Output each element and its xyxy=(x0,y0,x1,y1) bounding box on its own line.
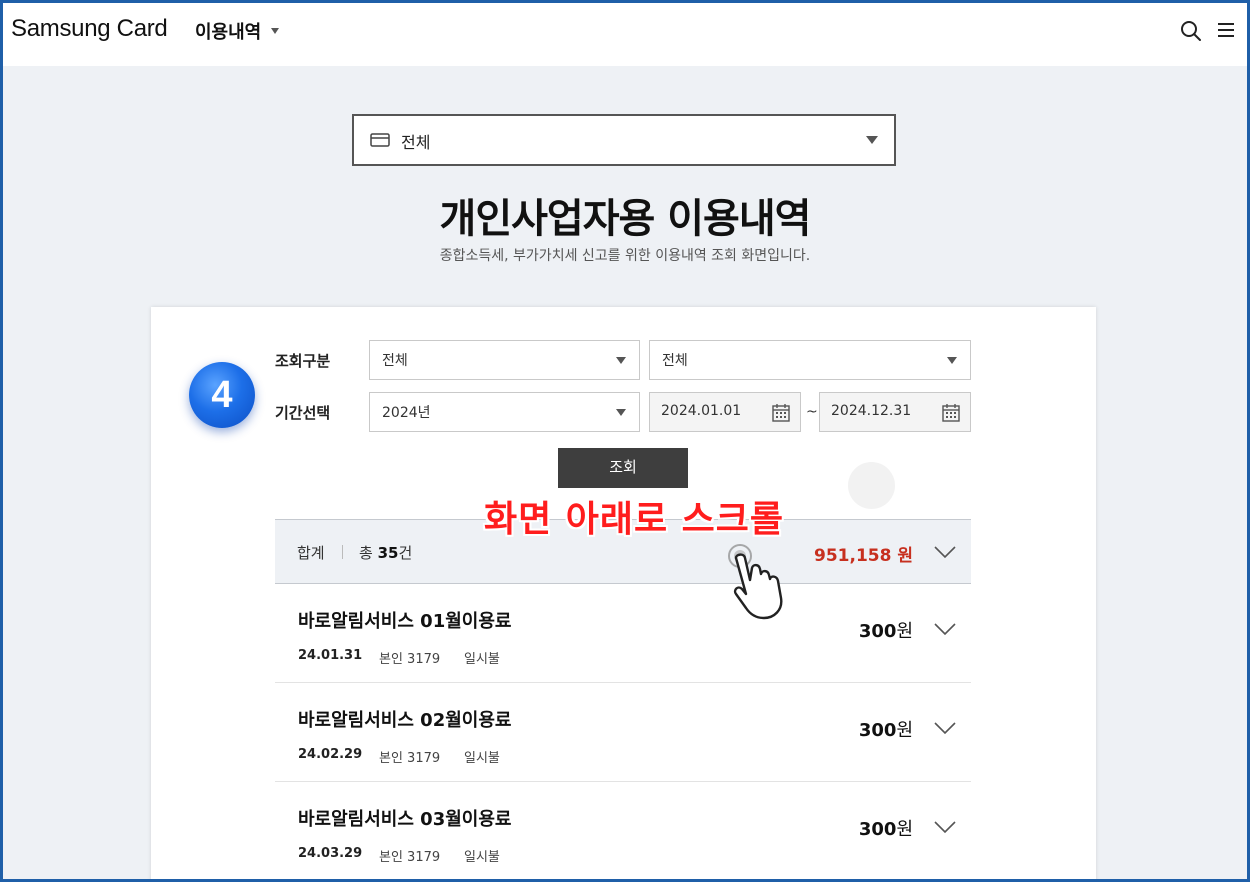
summary-count: 총 35건 xyxy=(359,544,413,562)
hand-pointer-icon xyxy=(728,544,783,620)
transaction-date: 24.03.29 xyxy=(298,846,363,861)
transaction-amount: 300원 xyxy=(858,621,913,642)
year-select[interactable]: 2024년 xyxy=(369,392,640,432)
summary-label: 합계 xyxy=(297,544,325,562)
credit-card-icon xyxy=(370,133,390,147)
page-subtitle: 종합소득세, 부가가치세 신고를 위한 이용내역 조회 화면입니다. xyxy=(439,248,811,264)
transaction-date: 24.01.31 xyxy=(298,648,363,663)
search-icon[interactable] xyxy=(1179,19,1203,43)
period-label: 기간선택 xyxy=(275,404,331,422)
chevron-down-icon[interactable] xyxy=(933,820,957,834)
transaction-date: 24.02.29 xyxy=(298,747,363,762)
search-button[interactable]: 조회 xyxy=(558,448,688,488)
card-select-value: 전체 xyxy=(401,133,431,152)
hamburger-menu-icon[interactable] xyxy=(1215,19,1237,41)
step-number-badge: 4 xyxy=(189,362,255,428)
floating-circle xyxy=(848,462,895,509)
select-value: 전체 xyxy=(662,353,688,369)
card-type-select[interactable]: 전체 xyxy=(352,114,896,166)
caret-down-icon xyxy=(616,409,626,416)
start-date-input[interactable]: 2024.01.01 xyxy=(649,392,801,432)
inquiry-type-label: 조회구분 xyxy=(275,352,331,370)
summary-total-amount: 951,158 원 xyxy=(814,546,913,566)
select-value: 전체 xyxy=(382,353,408,369)
card-owner: 본인 3179 xyxy=(379,751,441,766)
top-bar: Samsung Card 이용내역 xyxy=(3,3,1247,66)
caret-down-icon xyxy=(947,357,957,364)
start-date-value: 2024.01.01 xyxy=(661,403,742,419)
transaction-amount: 300원 xyxy=(858,720,913,741)
caret-down-icon xyxy=(271,28,280,34)
divider xyxy=(342,545,343,559)
end-date-value: 2024.12.31 xyxy=(831,403,912,419)
caret-down-icon xyxy=(616,357,626,364)
card-owner: 본인 3179 xyxy=(379,652,441,667)
transaction-row[interactable]: 바로알림서비스 01월이용료 24.01.31 본인 3179 일시불 300원 xyxy=(275,584,971,683)
transaction-amount: 300원 xyxy=(858,819,913,840)
chevron-down-icon[interactable] xyxy=(933,545,957,559)
page-title: 개인사업자용 이용내역 xyxy=(439,196,812,242)
inquiry-type-select-2[interactable]: 전체 xyxy=(649,340,971,380)
transaction-row[interactable]: 바로알림서비스 02월이용료 24.02.29 본인 3179 일시불 300원 xyxy=(275,683,971,782)
transaction-name: 바로알림서비스 02월이용료 xyxy=(298,710,512,731)
samsung-card-logo[interactable]: Samsung Card xyxy=(11,15,168,43)
date-range-separator: ~ xyxy=(806,404,818,420)
inquiry-type-select-1[interactable]: 전체 xyxy=(369,340,640,380)
calendar-icon[interactable] xyxy=(941,403,961,423)
calendar-icon[interactable] xyxy=(771,403,791,423)
scroll-hint-overlay: 화면 아래로 스크롤 xyxy=(484,499,785,540)
caret-down-icon xyxy=(866,136,878,144)
menu-dropdown[interactable]: 이용내역 xyxy=(195,18,280,44)
card-owner: 본인 3179 xyxy=(379,850,441,865)
transaction-name: 바로알림서비스 03월이용료 xyxy=(298,809,512,830)
chevron-down-icon[interactable] xyxy=(933,622,957,636)
transaction-name: 바로알림서비스 01월이용료 xyxy=(298,611,512,632)
menu-title-label: 이용내역 xyxy=(195,22,262,43)
payment-type: 일시불 xyxy=(464,751,500,766)
payment-type: 일시불 xyxy=(464,850,500,865)
payment-type: 일시불 xyxy=(464,652,500,667)
chevron-down-icon[interactable] xyxy=(933,721,957,735)
end-date-input[interactable]: 2024.12.31 xyxy=(819,392,971,432)
transaction-row[interactable]: 바로알림서비스 03월이용료 24.03.29 본인 3179 일시불 300원 xyxy=(275,782,971,881)
select-value: 2024년 xyxy=(382,405,431,421)
